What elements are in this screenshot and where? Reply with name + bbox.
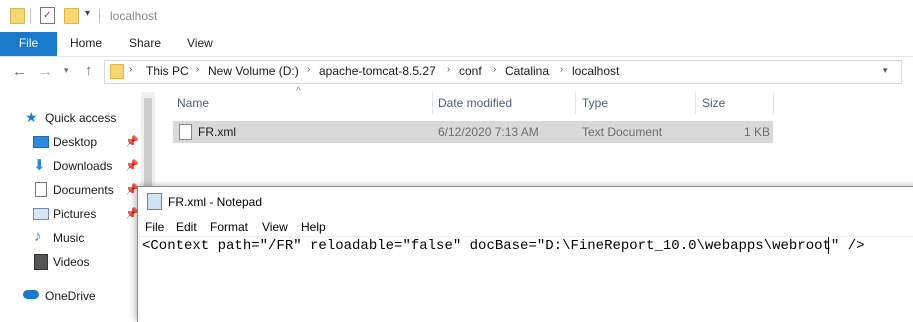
nav-item-desktop[interactable]: Desktop 📌 — [0, 131, 140, 153]
address-bar[interactable]: › This PC › New Volume (D:) › apache-tom… — [104, 60, 902, 84]
file-size: 1 KB — [744, 125, 771, 139]
nav-item-documents[interactable]: Documents 📌 — [0, 179, 140, 201]
column-divider[interactable] — [575, 92, 576, 114]
crumb-conf[interactable]: conf — [459, 64, 482, 78]
text-cursor — [828, 237, 829, 254]
nav-item-music[interactable]: ♪ Music — [0, 227, 140, 249]
nav-quick-access[interactable]: ★ Quick access — [0, 107, 140, 129]
menu-help[interactable]: Help — [301, 220, 326, 234]
file-row[interactable]: FR.xml 6/12/2020 7:13 AM Text Document 1… — [173, 121, 773, 143]
folder-icon — [110, 64, 124, 79]
nav-item-videos[interactable]: Videos — [0, 251, 140, 273]
recent-locations-icon[interactable]: ▾ — [64, 65, 69, 76]
sort-ascending-icon: ^ — [296, 86, 301, 97]
menu-view[interactable]: View — [262, 220, 288, 234]
column-divider[interactable] — [432, 92, 433, 114]
column-header-date[interactable]: Date modified — [438, 96, 512, 110]
column-header-size[interactable]: Size — [702, 96, 725, 110]
divider — [30, 9, 31, 23]
file-name: FR.xml — [198, 125, 236, 139]
menu-edit[interactable]: Edit — [176, 220, 197, 234]
crumb-tomcat[interactable]: apache-tomcat-8.5.27 — [319, 64, 436, 78]
tab-home[interactable]: Home — [70, 32, 102, 56]
music-icon: ♪ — [34, 228, 42, 245]
documents-icon — [35, 182, 47, 197]
nav-item-onedrive[interactable]: OneDrive — [0, 285, 140, 307]
chevron-right-icon[interactable]: › — [196, 64, 199, 75]
chevron-right-icon[interactable]: › — [560, 64, 563, 75]
pin-icon[interactable]: 📌 — [125, 135, 139, 148]
nav-label: Pictures — [53, 207, 97, 221]
pictures-icon — [33, 208, 49, 220]
folder-icon — [10, 8, 25, 24]
crumb-this-pc[interactable]: This PC — [146, 64, 189, 78]
chevron-right-icon[interactable]: › — [447, 64, 450, 75]
nav-label: Desktop — [53, 135, 98, 149]
file-type: Text Document — [582, 125, 663, 139]
text-file-icon — [179, 124, 192, 140]
nav-label: Documents — [53, 183, 114, 197]
crumb-volume[interactable]: New Volume (D:) — [208, 64, 299, 78]
notepad-window[interactable]: FR.xml - Notepad File Edit Format View H… — [137, 186, 913, 322]
notepad-text-area[interactable]: <Context path="/FR" reloadable="false" d… — [142, 238, 865, 254]
nav-label: Quick access — [45, 111, 117, 125]
up-arrow-icon[interactable]: ↑ — [85, 62, 93, 79]
title-bar: ✓ ▾ localhost — [0, 0, 913, 32]
back-arrow-icon[interactable]: ← — [12, 63, 27, 80]
nav-item-pictures[interactable]: Pictures 📌 — [0, 203, 140, 225]
chevron-right-icon[interactable]: › — [129, 64, 132, 75]
menu-file[interactable]: File — [145, 220, 164, 234]
new-folder-icon[interactable] — [64, 8, 79, 24]
window-title: localhost — [110, 9, 158, 23]
tab-file[interactable]: File — [0, 32, 57, 56]
tab-share[interactable]: Share — [129, 32, 161, 56]
navigation-pane: ★ Quick access Desktop 📌 ⬇ Downloads 📌 D… — [0, 92, 155, 316]
tab-view[interactable]: View — [187, 32, 213, 56]
nav-label: Downloads — [53, 159, 113, 173]
file-date: 6/12/2020 7:13 AM — [438, 125, 539, 139]
nav-label: OneDrive — [45, 289, 96, 303]
properties-icon[interactable]: ✓ — [40, 7, 55, 24]
notepad-icon — [147, 193, 162, 210]
customize-toolbar-icon[interactable]: ▾ — [85, 8, 90, 19]
cloud-icon — [23, 290, 39, 299]
nav-label: Music — [53, 231, 85, 245]
menu-format[interactable]: Format — [210, 220, 248, 234]
chevron-down-icon[interactable]: ▾ — [883, 65, 888, 76]
chevron-right-icon[interactable]: › — [493, 64, 496, 75]
pin-icon[interactable]: 📌 — [125, 159, 139, 172]
divider — [138, 236, 913, 237]
crumb-catalina[interactable]: Catalina — [505, 64, 549, 78]
videos-icon — [34, 254, 48, 270]
divider — [99, 9, 100, 23]
nav-label: Videos — [53, 255, 90, 269]
chevron-right-icon[interactable]: › — [307, 64, 310, 75]
navigation-bar: ← → ▾ ↑ › This PC › New Volume (D:) › ap… — [0, 57, 913, 87]
crumb-localhost[interactable]: localhost — [572, 64, 619, 78]
column-header-type[interactable]: Type — [582, 96, 608, 110]
desktop-icon — [33, 136, 49, 148]
notepad-title: FR.xml - Notepad — [168, 195, 263, 209]
star-icon: ★ — [25, 109, 38, 125]
nav-item-downloads[interactable]: ⬇ Downloads 📌 — [0, 155, 140, 177]
downloads-icon: ⬇ — [33, 157, 46, 174]
column-divider[interactable] — [773, 92, 774, 114]
ribbon: File Home Share View — [0, 32, 913, 57]
column-divider[interactable] — [695, 92, 696, 114]
forward-arrow-icon[interactable]: → — [38, 63, 53, 80]
column-header-name[interactable]: Name — [177, 96, 209, 110]
